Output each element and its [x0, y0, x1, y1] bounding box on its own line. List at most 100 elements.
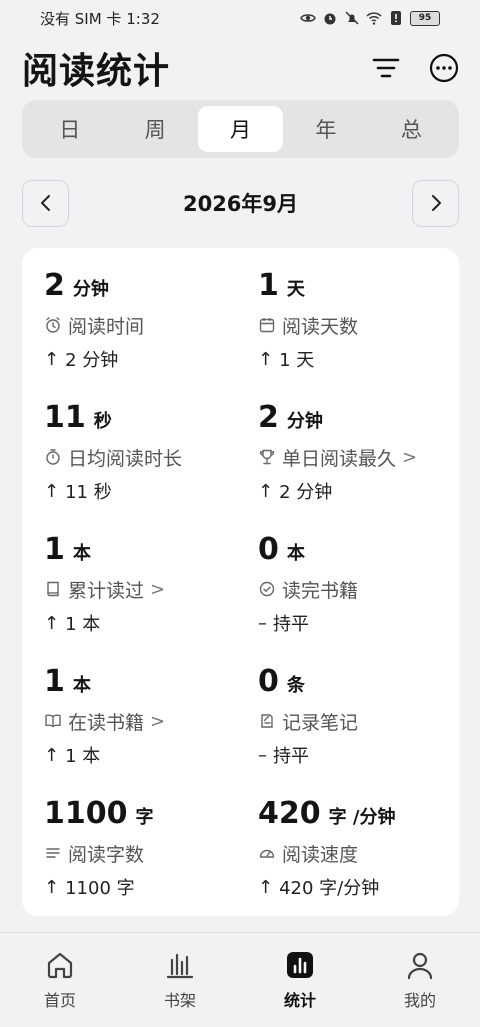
status-left: 没有 SIM 卡 1:32: [40, 8, 160, 29]
stat-number: 1: [44, 664, 65, 699]
stat-change-arrow: ↑: [44, 612, 60, 634]
stat-unit: 本: [286, 543, 305, 564]
stat-number: 1100: [44, 796, 128, 831]
stat-change-value: 持平: [273, 746, 309, 767]
stat-label: 阅读速度: [258, 838, 459, 868]
stat-number: 2: [44, 268, 65, 303]
next-period-button[interactable]: [412, 179, 459, 227]
app-header: 阅读统计: [0, 40, 480, 96]
stat-number: 0: [258, 664, 279, 699]
stat-books-reading[interactable]: 1 本 在读书籍 > ↑ 1 本: [22, 664, 240, 796]
stat-value: 1 本: [44, 532, 240, 570]
battery-indicator: 95: [410, 10, 440, 26]
nav-profile[interactable]: 我的: [360, 949, 480, 1011]
stat-label: 阅读天数: [258, 310, 459, 340]
alert-icon: [391, 11, 401, 25]
stat-label-text: 阅读字数: [68, 843, 145, 866]
stat-unit: 本: [72, 675, 91, 696]
stat-reading-time: 2 分钟 阅读时间 ↑ 2 分钟: [22, 268, 240, 400]
open-book-icon: [45, 714, 61, 728]
stat-change-value: 1 天: [279, 350, 315, 371]
stat-value: 1 本: [44, 664, 240, 702]
carrier-text: 没有 SIM 卡: [40, 9, 122, 28]
stat-reading-speed: 420 字 /分钟 阅读速度 ↑ 420 字/分钟: [240, 796, 459, 928]
chevron-right-icon: >: [150, 578, 166, 600]
stat-change-arrow: ↑: [258, 876, 274, 898]
home-icon: [47, 952, 73, 979]
nav-label: 我的: [403, 991, 436, 1010]
nav-bookshelf[interactable]: 书架: [120, 949, 240, 1011]
tab-year[interactable]: 年: [283, 106, 368, 152]
stat-value: 2 分钟: [258, 400, 459, 438]
stat-change: ↑ 2 分钟: [258, 478, 459, 504]
stat-change-arrow: ↑: [44, 348, 60, 370]
bookshelf-icon: [166, 953, 194, 979]
stat-books-read[interactable]: 1 本 累计读过 > ↑ 1 本: [22, 532, 240, 664]
chevron-right-icon: [431, 195, 441, 211]
trophy-icon: [259, 449, 275, 465]
stat-label: 日均阅读时长: [44, 442, 240, 472]
stat-change: ↑ 11 秒: [44, 478, 240, 504]
tab-day[interactable]: 日: [27, 106, 112, 152]
eye-icon: [300, 14, 316, 22]
filter-button[interactable]: [370, 52, 402, 84]
status-bar: 没有 SIM 卡 1:32 95: [0, 0, 480, 36]
stat-number: 1: [258, 268, 279, 303]
stat-word-count: 1100 字 阅读字数 ↑ 1100 字: [22, 796, 240, 928]
stat-change-value: 2 分钟: [65, 350, 119, 371]
stat-label: 在读书籍 >: [44, 706, 240, 736]
nav-label: 首页: [43, 991, 76, 1010]
stat-number: 0: [258, 532, 279, 567]
stat-label-text: 日均阅读时长: [68, 447, 183, 470]
profile-icon: [407, 952, 433, 980]
stat-longest-day[interactable]: 2 分钟 单日阅读最久 > ↑ 2 分钟: [240, 400, 459, 532]
stat-unit: 分钟: [72, 279, 109, 300]
nav-home[interactable]: 首页: [0, 949, 120, 1011]
status-time: 1:32: [126, 9, 160, 28]
mute-icon: [345, 11, 359, 25]
more-button[interactable]: [428, 52, 460, 84]
stat-unit: 字: [135, 807, 154, 828]
stat-change: ↑ 2 分钟: [44, 346, 240, 372]
stat-label-text: 阅读天数: [282, 315, 359, 338]
tab-week[interactable]: 周: [112, 106, 197, 152]
stat-change-value: 1100 字: [65, 878, 135, 899]
wifi-icon: [366, 12, 382, 25]
stat-number: 1: [44, 532, 65, 567]
stat-change-arrow: –: [258, 744, 267, 766]
stat-change-value: 1 本: [65, 614, 101, 635]
header-actions: [370, 52, 460, 84]
stat-label-text: 单日阅读最久: [282, 447, 397, 470]
stat-label: 单日阅读最久 >: [258, 442, 459, 472]
stat-change-value: 420 字/分钟: [279, 878, 380, 899]
stat-change-value: 1 本: [65, 746, 101, 767]
nav-label: 统计: [283, 991, 316, 1010]
stat-change: ↑ 1100 字: [44, 874, 240, 900]
stat-label: 记录笔记: [258, 706, 459, 736]
more-icon: [429, 53, 459, 83]
stat-change-arrow: –: [258, 612, 267, 634]
stat-label-text: 累计读过: [68, 579, 145, 602]
stat-change: – 持平: [258, 610, 459, 636]
stat-reading-days: 1 天 阅读天数 ↑ 1 天: [240, 268, 459, 400]
stat-number: 420: [258, 796, 321, 831]
stat-unit: 本: [72, 543, 91, 564]
chevron-right-icon: >: [150, 710, 166, 732]
stat-value: 420 字 /分钟: [258, 796, 459, 834]
stat-books-finished: 0 本 读完书籍 – 持平: [240, 532, 459, 664]
status-icons: 95: [300, 10, 440, 26]
speed-icon: [259, 849, 275, 858]
period-tabs: 日 周 月 年 总: [22, 100, 459, 158]
alarm-icon: [46, 317, 60, 333]
nav-stats[interactable]: 统计: [240, 949, 360, 1011]
lines-icon: [46, 848, 60, 858]
tab-total[interactable]: 总: [369, 106, 454, 152]
stat-notes: 0 条 记录笔记 – 持平: [240, 664, 459, 796]
stat-unit: 天: [286, 279, 305, 300]
previous-period-button[interactable]: [22, 179, 69, 227]
stat-change-arrow: ↑: [258, 348, 274, 370]
filter-icon: [372, 58, 400, 78]
stat-value: 11 秒: [44, 400, 240, 438]
tab-month[interactable]: 月: [197, 106, 284, 152]
stats-card: 2 分钟 阅读时间 ↑ 2 分钟 1 天 阅读天数 ↑ 1 天 11 秒 日均阅…: [22, 248, 459, 916]
